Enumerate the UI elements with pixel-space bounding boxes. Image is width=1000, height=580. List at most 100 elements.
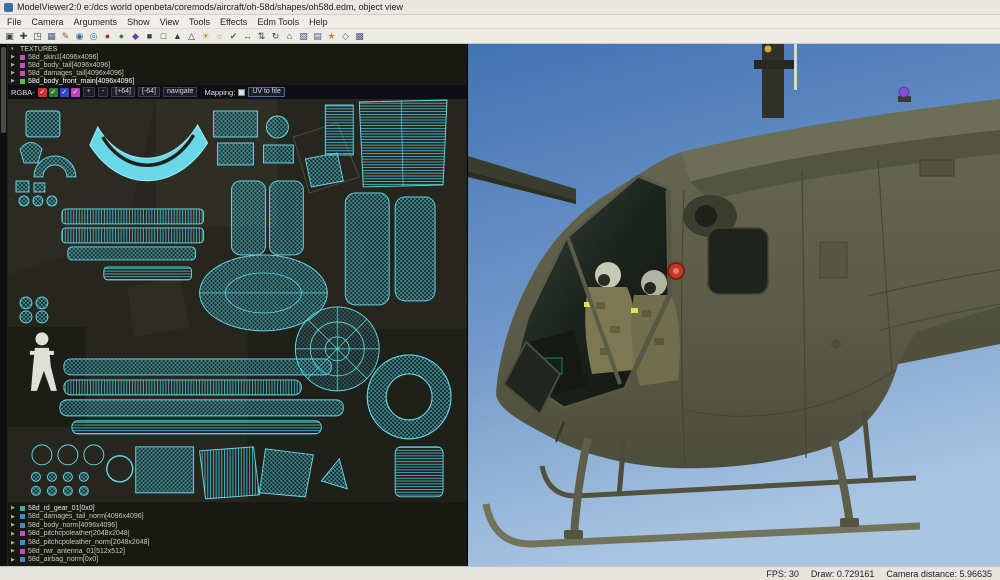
menu-item[interactable]: File (2, 17, 27, 27)
camera-distance-indicator: Camera distance: 5.96635 (886, 568, 992, 579)
texture-tree-item[interactable]: ▶ 58d_body_front_main[4096x4096] (8, 77, 467, 85)
draw-time-indicator: Draw: 0.729161 (810, 568, 875, 579)
texture-tree-item[interactable]: ▶ 58d_skin1[4096x4096] (8, 53, 467, 61)
texture-type-icon (20, 557, 25, 563)
toolbar-icon[interactable]: ● (101, 30, 114, 43)
texture-tree-item[interactable]: ▶ 58d_damages_tail_norm[4096x4096] (8, 512, 467, 521)
mip-minus-button[interactable]: - (97, 87, 109, 97)
texture-type-icon (20, 505, 25, 511)
scrollbar-thumb[interactable] (1, 47, 6, 133)
toolbar-icon[interactable]: ★ (325, 30, 338, 43)
texture-item-label: 58d_body_tail[4096x4096] (28, 61, 111, 69)
toolbar-icon[interactable]: ✎ (59, 30, 72, 43)
mip-plus-button[interactable]: + (82, 87, 95, 97)
texture-panel-scrollbar[interactable] (0, 44, 8, 566)
menu-item[interactable]: Help (304, 17, 333, 27)
texture-tree-item[interactable]: ▶ 58d_rwr_antenna_01[512x512] (8, 547, 467, 556)
channel-toggle[interactable]: ✓ (37, 87, 47, 97)
toolbar-icon[interactable]: ▲ (171, 30, 184, 43)
expand-arrow-icon: ▶ (11, 62, 15, 68)
texture-tree-header[interactable]: ▾ TEXTURES (8, 45, 467, 53)
texture-tree-item[interactable]: ▶ 58d_pitchcpoleather_norm[2048x2048] (8, 538, 467, 547)
texture-tree-item[interactable]: ▶ 58d_damages_tail[4096x4096] (8, 69, 467, 77)
channel-toggle[interactable]: ✓ (59, 87, 69, 97)
expand-arrow-icon: ▶ (11, 505, 15, 512)
texture-item-label: 58d_body_norm[4096x4096] (28, 521, 118, 529)
toolbar-icon[interactable]: ↻ (269, 30, 282, 43)
toolbar-icon[interactable]: ▩ (353, 30, 366, 43)
menu-item[interactable]: View (155, 17, 184, 27)
red-cockpit-instrument-center (673, 268, 679, 274)
channel-toggle[interactable]: ✓ (70, 87, 80, 97)
texture-type-icon (20, 78, 25, 84)
window-title: ModelViewer2:0 e:/dcs world openbeta/cor… (17, 2, 404, 12)
expand-arrow-icon: ▶ (11, 556, 15, 563)
texture-tree-item[interactable]: ▶ 58d_rd_gear_01[0x0] (8, 504, 467, 513)
model-viewport[interactable] (468, 44, 1000, 566)
toolbar-icon[interactable]: ● (115, 30, 128, 43)
expand-arrow-icon: ▶ (11, 522, 15, 529)
texture-tree-item[interactable]: ▶ 58d_airbag_norm[0x0] (8, 555, 467, 564)
channel-toolbar: RGBA- ✓ ✓ ✓ ✓ + - [+64] [-64] navigate M… (8, 85, 467, 99)
texture-list-top: ▶ 58d_skin1[4096x4096] ▶ 58d_body_tail[4… (8, 53, 467, 85)
toolbar-icon[interactable]: ⌂ (283, 30, 296, 43)
texture-item-label: 58d_airbag_norm[0x0] (28, 556, 99, 564)
bias-minus64-button[interactable]: [-64] (137, 87, 160, 97)
mapping-checkbox[interactable] (238, 88, 246, 96)
texture-item-label: 58d_body_front_main[4096x4096] (28, 77, 135, 85)
toolbar-icon[interactable]: ☀ (199, 30, 212, 43)
uv-spoked-wheel (294, 306, 380, 392)
main-split: ▾ TEXTURES ▶ 58d_skin1[4096x4096] ▶ 58d_… (0, 44, 1000, 566)
toolbar-icon[interactable]: ☼ (213, 30, 226, 43)
toolbar-icon[interactable]: ◳ (31, 30, 44, 43)
menubar: File Camera Arguments Show View Tools Ef… (0, 15, 1000, 29)
menu-item[interactable]: Effects (215, 17, 252, 27)
texture-item-label: 58d_damages_tail[4096x4096] (28, 69, 124, 77)
toolbar-icon[interactable]: ■ (143, 30, 156, 43)
toolbar-icon[interactable]: □ (157, 30, 170, 43)
texture-tree-bottom: ▶ 58d_rd_gear_01[0x0] ▶ 58d_damages_tail… (8, 501, 467, 566)
toolbar-icon[interactable]: ▦ (45, 30, 58, 43)
texture-item-label: 58d_rd_gear_01[0x0] (28, 504, 95, 512)
texture-item-label: 58d_pitchcpoleather_norm[2048x2048] (28, 539, 150, 547)
helicopter-render (468, 44, 1000, 566)
texture-type-icon (20, 540, 25, 546)
texture-item-label: 58d_skin1[4096x4096] (28, 53, 99, 61)
mapping-label: Mapping: (204, 87, 236, 97)
uv-to-file-button[interactable]: UV to file (248, 87, 285, 97)
toolbar-icon[interactable]: ▧ (297, 30, 310, 43)
toolbar-icon[interactable]: ◆ (129, 30, 142, 43)
toolbar-icon[interactable]: ◇ (339, 30, 352, 43)
ir-patch (631, 308, 638, 313)
toolbar-icon[interactable]: ✚ (17, 30, 30, 43)
toolbar-icon[interactable]: ◉ (73, 30, 86, 43)
menu-item[interactable]: Camera (27, 17, 69, 27)
menu-item[interactable]: Tools (184, 17, 215, 27)
channel-toggle[interactable]: ✓ (48, 87, 58, 97)
texture-panel-content: ▾ TEXTURES ▶ 58d_skin1[4096x4096] ▶ 58d_… (8, 44, 467, 566)
toolbar-icon[interactable]: ◎ (87, 30, 100, 43)
statusbar: FPS: 30 Draw: 0.729161 Camera distance: … (0, 566, 1000, 580)
toolbar-icon[interactable]: ▣ (3, 30, 16, 43)
toolbar-icon[interactable]: ⇅ (255, 30, 268, 43)
toolbar-icon[interactable]: ▤ (311, 30, 324, 43)
texture-tree-item[interactable]: ▶ 58d_pitchcpoleather[2048x2048] (8, 530, 467, 539)
toolbar-icon[interactable]: ✔ (227, 30, 240, 43)
menu-item[interactable]: Arguments (69, 17, 123, 27)
texture-tree-item[interactable]: ▶ 58d_body_norm[4096x4096] (8, 521, 467, 530)
expand-arrow-icon: ▶ (11, 513, 15, 520)
menu-item[interactable]: Edm Tools (252, 17, 304, 27)
menu-item[interactable]: Show (122, 17, 155, 27)
texture-tree-item[interactable]: ▶ 58d_body_tail[4096x4096] (8, 61, 467, 69)
toolbar-icon[interactable]: △ (185, 30, 198, 43)
navigate-button[interactable]: navigate (162, 87, 198, 97)
toolbar-icon[interactable]: ↔ (241, 30, 254, 43)
texture-item-label: 58d_damages_tail_norm[4096x4096] (28, 513, 144, 521)
uv-map-canvas[interactable] (8, 99, 467, 502)
texture-item-label: 58d_pitchcpoleather[2048x2048] (28, 530, 130, 538)
bias-plus64-button[interactable]: [+64] (111, 87, 135, 97)
texture-type-icon (20, 522, 25, 528)
titlebar[interactable]: ModelViewer2:0 e:/dcs world openbeta/cor… (0, 0, 1000, 15)
expand-arrow-icon: ▶ (11, 78, 15, 84)
channel-toggles: ✓ ✓ ✓ ✓ (37, 87, 80, 97)
